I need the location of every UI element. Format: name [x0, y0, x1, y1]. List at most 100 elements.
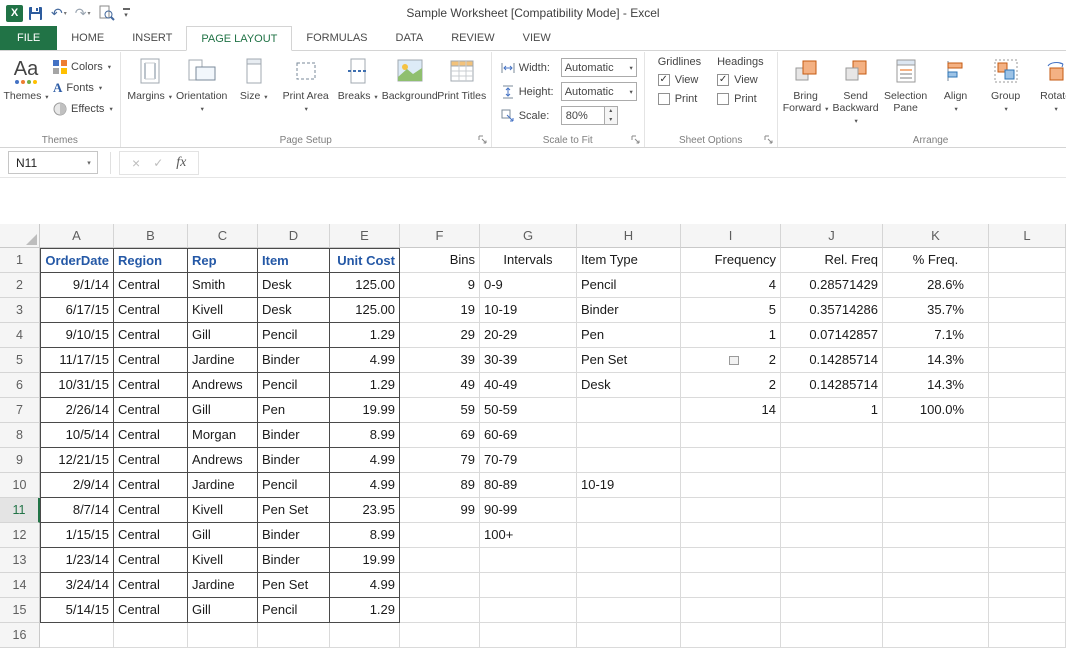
send-backward-button[interactable]: SendBackward ▾ [831, 53, 881, 133]
cell-I1[interactable]: Frequency [681, 248, 781, 273]
cell-K7[interactable]: 100.0% [883, 398, 989, 423]
row-header-4[interactable]: 4 [0, 323, 40, 348]
cell-H1[interactable]: Item Type [577, 248, 681, 273]
cell-C16[interactable] [188, 623, 258, 648]
cell-J8[interactable] [781, 423, 883, 448]
cell-A9[interactable]: 12/21/15 [40, 448, 114, 473]
cell-E3[interactable]: 125.00 [330, 298, 400, 323]
tab-review[interactable]: REVIEW [437, 26, 508, 50]
cell-I6[interactable]: 2 [681, 373, 781, 398]
page-setup-dialog-launcher[interactable] [477, 134, 489, 146]
cell-D2[interactable]: Desk [258, 273, 330, 298]
cell-J12[interactable] [781, 523, 883, 548]
cell-K9[interactable] [883, 448, 989, 473]
cell-L2[interactable] [989, 273, 1066, 298]
cell-A14[interactable]: 3/24/14 [40, 573, 114, 598]
cell-H16[interactable] [577, 623, 681, 648]
cell-B7[interactable]: Central [114, 398, 188, 423]
themes-button[interactable]: Aa Themes ▾ [3, 53, 49, 133]
embedded-object-icon[interactable] [729, 356, 739, 365]
selection-pane-button[interactable]: SelectionPane [881, 53, 931, 133]
cell-K10[interactable] [883, 473, 989, 498]
sheet-options-dialog-launcher[interactable] [763, 134, 775, 146]
tab-data[interactable]: DATA [382, 26, 438, 50]
cell-D12[interactable]: Binder [258, 523, 330, 548]
cell-E9[interactable]: 4.99 [330, 448, 400, 473]
cell-G6[interactable]: 40-49 [480, 373, 577, 398]
cell-H10[interactable]: 10-19 [577, 473, 681, 498]
cell-K1[interactable]: % Freq. [883, 248, 989, 273]
cell-D5[interactable]: Binder [258, 348, 330, 373]
row-header-11[interactable]: 11 [0, 498, 40, 523]
cell-K6[interactable]: 14.3% [883, 373, 989, 398]
cell-A6[interactable]: 10/31/15 [40, 373, 114, 398]
cell-E8[interactable]: 8.99 [330, 423, 400, 448]
cell-B15[interactable]: Central [114, 598, 188, 623]
cell-B1[interactable]: Region [114, 248, 188, 273]
row-header-2[interactable]: 2 [0, 273, 40, 298]
print-preview-button[interactable] [96, 3, 118, 23]
cell-J14[interactable] [781, 573, 883, 598]
rotate-button[interactable]: Rotate▾ [1031, 53, 1066, 133]
cell-L10[interactable] [989, 473, 1066, 498]
cell-J11[interactable] [781, 498, 883, 523]
cell-L5[interactable] [989, 348, 1066, 373]
cell-E1[interactable]: Unit Cost [330, 248, 400, 273]
name-box[interactable]: N11 ▾ [8, 151, 98, 174]
cell-C12[interactable]: Gill [188, 523, 258, 548]
cell-E14[interactable]: 4.99 [330, 573, 400, 598]
cell-J16[interactable] [781, 623, 883, 648]
cell-I13[interactable] [681, 548, 781, 573]
cell-H4[interactable]: Pen [577, 323, 681, 348]
cell-D6[interactable]: Pencil [258, 373, 330, 398]
margins-button[interactable]: Margins ▾ [124, 53, 176, 133]
cell-C2[interactable]: Smith [188, 273, 258, 298]
cell-I4[interactable]: 1 [681, 323, 781, 348]
print-area-button[interactable]: Print Area ▾ [280, 53, 332, 133]
cell-A11[interactable]: 8/7/14 [40, 498, 114, 523]
cell-F2[interactable]: 9 [400, 273, 480, 298]
cell-F10[interactable]: 89 [400, 473, 480, 498]
column-header-K[interactable]: K [883, 224, 989, 248]
column-header-C[interactable]: C [188, 224, 258, 248]
select-all-corner-icon[interactable] [0, 224, 40, 248]
cell-A7[interactable]: 2/26/14 [40, 398, 114, 423]
cell-F12[interactable] [400, 523, 480, 548]
breaks-button[interactable]: Breaks ▾ [332, 53, 384, 133]
cell-J9[interactable] [781, 448, 883, 473]
cell-L11[interactable] [989, 498, 1066, 523]
column-header-I[interactable]: I [681, 224, 781, 248]
effects-button[interactable]: Effects▾ [49, 98, 117, 119]
cell-H11[interactable] [577, 498, 681, 523]
cell-K12[interactable] [883, 523, 989, 548]
cell-D9[interactable]: Binder [258, 448, 330, 473]
cell-D16[interactable] [258, 623, 330, 648]
scale-to-fit-dialog-launcher[interactable] [630, 134, 642, 146]
cell-H13[interactable] [577, 548, 681, 573]
cell-G10[interactable]: 80-89 [480, 473, 577, 498]
cell-G8[interactable]: 60-69 [480, 423, 577, 448]
cell-F3[interactable]: 19 [400, 298, 480, 323]
cell-K8[interactable] [883, 423, 989, 448]
fonts-button[interactable]: A Fonts▾ [49, 77, 117, 98]
cell-I3[interactable]: 5 [681, 298, 781, 323]
cell-K4[interactable]: 7.1% [883, 323, 989, 348]
cell-B16[interactable] [114, 623, 188, 648]
headings-view-checkbox[interactable]: ✓View [717, 72, 763, 87]
tab-view[interactable]: VIEW [509, 26, 565, 50]
cell-I5[interactable]: 2 [681, 348, 781, 373]
cell-I15[interactable] [681, 598, 781, 623]
cell-K13[interactable] [883, 548, 989, 573]
undo-button[interactable]: ↶▾ [48, 3, 70, 23]
cell-F7[interactable]: 59 [400, 398, 480, 423]
cell-J5[interactable]: 0.14285714 [781, 348, 883, 373]
cell-I10[interactable] [681, 473, 781, 498]
cell-G1[interactable]: Intervals [480, 248, 577, 273]
cell-C14[interactable]: Jardine [188, 573, 258, 598]
cell-L6[interactable] [989, 373, 1066, 398]
cell-H7[interactable] [577, 398, 681, 423]
tab-page-layout[interactable]: PAGE LAYOUT [186, 26, 292, 51]
row-header-1[interactable]: 1 [0, 248, 40, 273]
cell-I11[interactable] [681, 498, 781, 523]
cell-I14[interactable] [681, 573, 781, 598]
